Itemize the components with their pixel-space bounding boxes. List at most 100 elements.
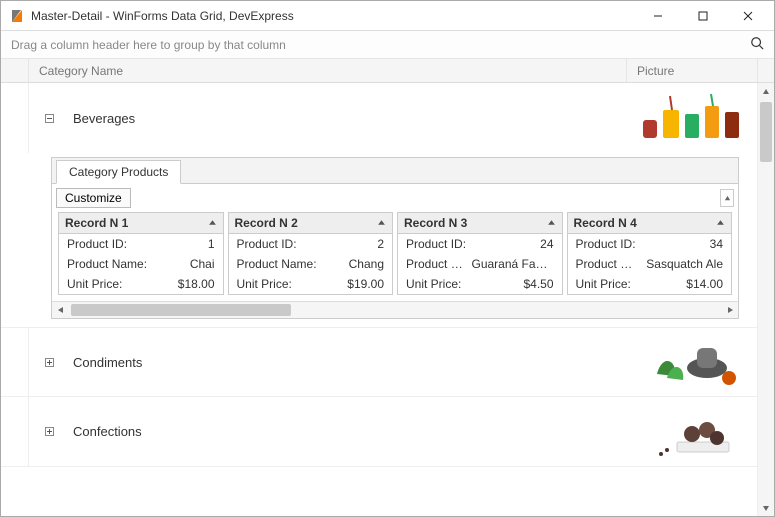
record-title: Record N 2 bbox=[235, 216, 298, 230]
field-label: Unit Price: bbox=[406, 277, 517, 291]
field-value: $19.00 bbox=[347, 277, 384, 291]
scrollbar-header-cap bbox=[757, 59, 774, 82]
detail-scroll-up-button[interactable] bbox=[720, 189, 734, 207]
field-label: Unit Price: bbox=[576, 277, 681, 291]
field-label: Product ID: bbox=[406, 237, 534, 251]
record-card[interactable]: Record N 2 Product ID: 2 Product Name: Cha… bbox=[228, 212, 394, 295]
record-header[interactable]: Record N 3 bbox=[398, 213, 562, 234]
row-indicator bbox=[1, 83, 29, 153]
detail-card-container: Record N 1 Product ID: 1 Product Name: Cha… bbox=[52, 212, 738, 301]
field-value: Chang bbox=[349, 257, 384, 271]
field-value: Sasquatch Ale bbox=[646, 257, 723, 271]
field-label: Product ID: bbox=[237, 237, 372, 251]
window-controls bbox=[635, 2, 770, 30]
chevron-up-icon bbox=[208, 216, 217, 230]
scroll-track[interactable] bbox=[69, 302, 721, 318]
scroll-left-button[interactable] bbox=[52, 302, 69, 318]
tab-category-products[interactable]: Category Products bbox=[56, 160, 181, 184]
record-card[interactable]: Record N 3 Product ID: 24 Product Name: Gu… bbox=[397, 212, 563, 295]
field-value: $18.00 bbox=[178, 277, 215, 291]
scroll-right-button[interactable] bbox=[721, 302, 738, 318]
record-header[interactable]: Record N 1 bbox=[59, 213, 223, 234]
category-name-cell: Condiments bbox=[69, 355, 627, 370]
field-label: Product Name: bbox=[237, 257, 343, 271]
field-value: $14.00 bbox=[686, 277, 723, 291]
window-title: Master-Detail - WinForms Data Grid, DevE… bbox=[31, 9, 635, 23]
field-value: 34 bbox=[710, 237, 723, 251]
expand-toggle[interactable] bbox=[29, 358, 69, 367]
field-label: Product ID: bbox=[576, 237, 704, 251]
detail-panel: Category Products Customize bbox=[51, 157, 739, 319]
row-indicator-header bbox=[1, 59, 29, 82]
app-window: Master-Detail - WinForms Data Grid, DevE… bbox=[0, 0, 775, 517]
record-header[interactable]: Record N 2 bbox=[229, 213, 393, 234]
scroll-thumb[interactable] bbox=[71, 304, 291, 316]
column-header-label: Category Name bbox=[39, 64, 123, 78]
column-header-row: Category Name Picture bbox=[1, 59, 774, 83]
detail-tab-strip: Category Products bbox=[52, 158, 738, 184]
minimize-button[interactable] bbox=[635, 2, 680, 30]
category-picture-cell bbox=[627, 330, 757, 394]
grid-rows: Beverages Categ bbox=[1, 83, 757, 516]
field-label: Product Name: bbox=[67, 257, 184, 271]
app-icon bbox=[9, 8, 25, 24]
plus-icon bbox=[45, 358, 54, 367]
group-by-bar[interactable]: Drag a column header here to group by th… bbox=[1, 31, 774, 59]
column-header-category-name[interactable]: Category Name bbox=[29, 59, 627, 82]
vertical-scrollbar[interactable] bbox=[757, 83, 774, 516]
record-title: Record N 1 bbox=[65, 216, 128, 230]
scroll-up-button[interactable] bbox=[758, 83, 774, 100]
column-header-picture[interactable]: Picture bbox=[627, 59, 757, 82]
detail-horizontal-scrollbar[interactable] bbox=[52, 301, 738, 318]
field-value: 1 bbox=[208, 237, 215, 251]
field-label: Product Name: bbox=[576, 257, 641, 271]
field-value: 2 bbox=[377, 237, 384, 251]
category-name-cell: Confections bbox=[69, 424, 627, 439]
category-name-cell: Beverages bbox=[69, 111, 627, 126]
expand-toggle[interactable] bbox=[29, 114, 69, 123]
category-picture-cell bbox=[627, 86, 757, 150]
minus-icon bbox=[45, 114, 54, 123]
chevron-up-icon bbox=[716, 216, 725, 230]
close-button[interactable] bbox=[725, 2, 770, 30]
group-by-hint: Drag a column header here to group by th… bbox=[11, 38, 286, 52]
record-title: Record N 3 bbox=[404, 216, 467, 230]
grid-body: Beverages Categ bbox=[1, 83, 774, 516]
scroll-down-button[interactable] bbox=[758, 499, 774, 516]
customize-button[interactable]: Customize bbox=[56, 188, 131, 208]
field-label: Product Name: bbox=[406, 257, 466, 271]
record-title: Record N 4 bbox=[574, 216, 637, 230]
detail-toolbar: Customize bbox=[52, 184, 738, 212]
master-row-confections[interactable]: Confections bbox=[1, 397, 757, 467]
master-row-beverages[interactable]: Beverages bbox=[1, 83, 757, 153]
field-label: Unit Price: bbox=[67, 277, 172, 291]
row-indicator bbox=[1, 397, 29, 466]
record-card[interactable]: Record N 4 Product ID: 34 Product Name: Sa… bbox=[567, 212, 733, 295]
record-card[interactable]: Record N 1 Product ID: 1 Product Name: Cha… bbox=[58, 212, 224, 295]
category-picture-cell bbox=[627, 400, 757, 464]
customize-label: Customize bbox=[65, 191, 122, 205]
scroll-track[interactable] bbox=[758, 100, 774, 499]
record-header[interactable]: Record N 4 bbox=[568, 213, 732, 234]
field-label: Unit Price: bbox=[237, 277, 342, 291]
master-row-condiments[interactable]: Condiments bbox=[1, 327, 757, 397]
scroll-thumb[interactable] bbox=[760, 102, 772, 162]
field-value: $4.50 bbox=[523, 277, 553, 291]
search-icon[interactable] bbox=[750, 36, 764, 53]
field-label: Product ID: bbox=[67, 237, 202, 251]
chevron-up-icon bbox=[377, 216, 386, 230]
title-bar: Master-Detail - WinForms Data Grid, DevE… bbox=[1, 1, 774, 31]
column-header-label: Picture bbox=[637, 64, 674, 78]
tab-label: Category Products bbox=[69, 165, 168, 179]
condiments-image-icon bbox=[637, 334, 747, 390]
maximize-button[interactable] bbox=[680, 2, 725, 30]
field-value: Guaraná Fant… bbox=[472, 257, 554, 271]
beverages-image-icon bbox=[637, 90, 747, 146]
row-indicator bbox=[1, 328, 29, 396]
expand-toggle[interactable] bbox=[29, 427, 69, 436]
confections-image-icon bbox=[637, 404, 747, 460]
chevron-up-icon bbox=[547, 216, 556, 230]
field-value: 24 bbox=[540, 237, 553, 251]
field-value: Chai bbox=[190, 257, 215, 271]
plus-icon bbox=[45, 427, 54, 436]
